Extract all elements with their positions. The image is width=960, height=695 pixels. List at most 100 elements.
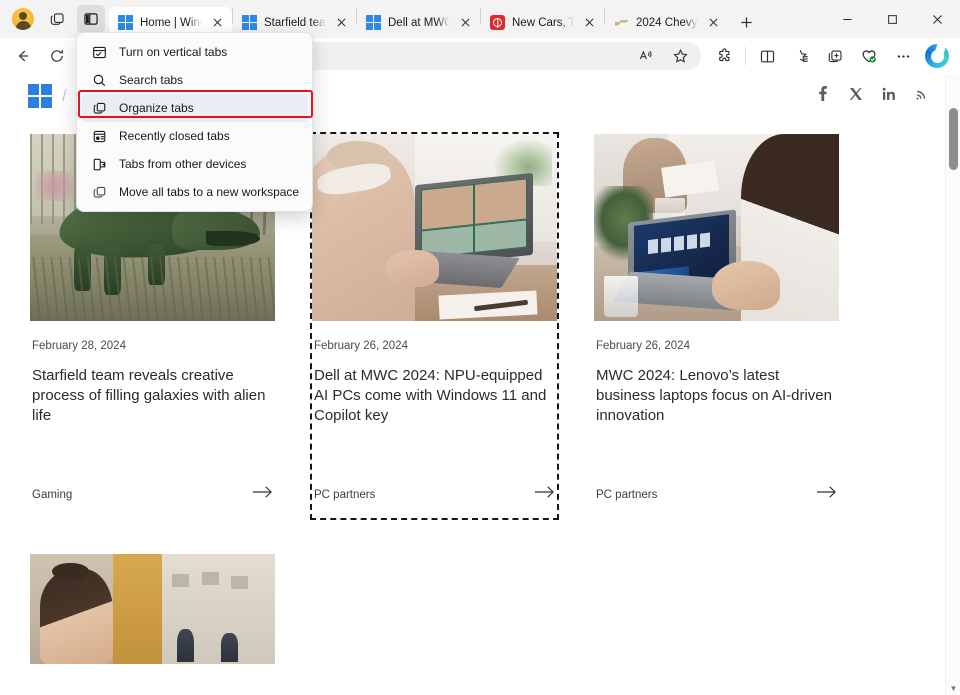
article-footer: PC partners: [596, 465, 837, 518]
refresh-icon: [49, 48, 65, 64]
site-favicon: [614, 15, 629, 30]
tab-item[interactable]: New Cars, Trucks: [481, 7, 604, 38]
menu-item-label: Move all tabs to a new workspace: [119, 185, 299, 199]
scrollbar-thumb[interactable]: [949, 108, 958, 170]
article-arrow-button[interactable]: [534, 485, 555, 504]
workspace-icon: [91, 184, 107, 200]
article-title[interactable]: MWC 2024: Lenovo’s latest business lapto…: [596, 366, 837, 425]
collections-star-icon: [793, 48, 810, 65]
tab-title: Home | Windows: [140, 17, 202, 29]
read-aloud-icon: [638, 48, 654, 64]
article-arrow-button[interactable]: [252, 485, 273, 504]
workspaces-button[interactable]: [43, 5, 71, 33]
search-icon: [91, 72, 107, 88]
article-footer: Gaming: [32, 465, 273, 518]
scroll-down-button[interactable]: ▼: [946, 684, 960, 693]
article-title[interactable]: Dell at MWC 2024: NPU-equipped AI PCs co…: [314, 366, 555, 425]
article-category[interactable]: Gaming: [32, 489, 72, 501]
tab-title: Dell at MWC 202: [388, 17, 450, 29]
close-icon: [213, 18, 222, 27]
star-icon: [672, 48, 689, 65]
article-card[interactable]: February 26, 2024 Dell at MWC 2024: NPU-…: [312, 134, 557, 518]
tab-close-button[interactable]: [581, 14, 598, 31]
facebook-icon[interactable]: [814, 85, 831, 107]
arrow-right-icon: [816, 485, 837, 499]
article-category[interactable]: PC partners: [596, 489, 657, 501]
menu-item-recently-closed-tabs[interactable]: Recently closed tabs: [81, 122, 308, 150]
menu-item-label: Turn on vertical tabs: [119, 45, 227, 59]
tab-close-button[interactable]: [333, 14, 350, 31]
menu-item-vertical-tabs[interactable]: Turn on vertical tabs: [81, 38, 308, 66]
browser-essentials-icon: [860, 47, 878, 65]
article-category[interactable]: PC partners: [314, 489, 375, 501]
menu-item-search-tabs[interactable]: Search tabs: [81, 66, 308, 94]
close-icon: [709, 18, 718, 27]
minimize-button[interactable]: [825, 3, 870, 35]
workspaces-icon: [49, 11, 66, 28]
favorite-button[interactable]: [665, 41, 695, 71]
organize-tabs-icon: [91, 100, 107, 116]
site-favicon: [490, 15, 505, 30]
article-date: February 28, 2024: [32, 340, 273, 352]
article-row: [30, 554, 930, 664]
extensions-button[interactable]: [709, 41, 739, 71]
profile-button[interactable]: [9, 5, 37, 33]
x-icon[interactable]: [848, 86, 864, 107]
maximize-icon: [887, 14, 898, 25]
add-to-collections-button[interactable]: [820, 41, 850, 71]
menu-item-label: Organize tabs: [119, 101, 194, 115]
close-icon: [461, 18, 470, 27]
article-title[interactable]: Starfield team reveals creative process …: [32, 366, 273, 425]
windows-logo-icon: [118, 15, 133, 30]
article-date: February 26, 2024: [596, 340, 837, 352]
social-links: [814, 85, 930, 107]
breadcrumb-separator: /: [62, 86, 67, 106]
article-card[interactable]: [30, 554, 275, 664]
menu-item-move-tabs-workspace[interactable]: Move all tabs to a new workspace: [81, 178, 308, 206]
browser-essentials-button[interactable]: [854, 41, 884, 71]
close-icon: [337, 18, 346, 27]
tab-title: New Cars, Trucks: [512, 17, 574, 29]
tab-actions-menu: Turn on vertical tabs Search tabs Organi…: [76, 32, 313, 212]
close-icon: [585, 18, 594, 27]
vertical-tabs-icon: [91, 44, 107, 60]
copilot-button[interactable]: [922, 41, 952, 71]
vertical-scrollbar[interactable]: ▼: [945, 74, 960, 695]
menu-item-label: Search tabs: [119, 73, 183, 87]
close-window-button[interactable]: [915, 3, 960, 35]
windows-logo-icon: [242, 15, 257, 30]
back-arrow-icon: [15, 48, 31, 64]
tab-close-button[interactable]: [457, 14, 474, 31]
tab-item[interactable]: Dell at MWC 202: [357, 7, 480, 38]
settings-more-button[interactable]: [888, 41, 918, 71]
collections-button[interactable]: [786, 41, 816, 71]
back-button[interactable]: [8, 41, 38, 71]
read-aloud-button[interactable]: [631, 41, 661, 71]
arrow-right-icon: [252, 485, 273, 499]
menu-item-label: Tabs from other devices: [119, 157, 246, 171]
refresh-button[interactable]: [42, 41, 72, 71]
window-controls: [825, 0, 960, 38]
maximize-button[interactable]: [870, 3, 915, 35]
tab-close-button[interactable]: [705, 14, 722, 31]
tab-item[interactable]: 2024 Chevy Trail: [605, 7, 728, 38]
article-thumbnail: [594, 134, 839, 321]
other-devices-icon: [91, 156, 107, 172]
article-arrow-button[interactable]: [816, 485, 837, 504]
split-screen-button[interactable]: [752, 41, 782, 71]
rss-icon[interactable]: [914, 86, 930, 107]
tab-close-button[interactable]: [209, 14, 226, 31]
menu-item-organize-tabs[interactable]: Organize tabs: [81, 94, 308, 122]
close-icon: [932, 14, 943, 25]
article-thumbnail: [30, 554, 275, 664]
toolbar-divider: [745, 47, 746, 65]
menu-item-tabs-other-devices[interactable]: Tabs from other devices: [81, 150, 308, 178]
linkedin-icon[interactable]: [881, 86, 897, 107]
split-screen-icon: [759, 48, 776, 65]
article-card[interactable]: February 26, 2024 MWC 2024: Lenovo’s lat…: [594, 134, 839, 518]
tab-actions-button[interactable]: [77, 5, 105, 33]
windows-logo-icon: [28, 84, 52, 108]
new-tab-button[interactable]: [733, 9, 759, 35]
tab-title: Starfield team re: [264, 17, 326, 29]
extensions-icon: [716, 48, 733, 65]
